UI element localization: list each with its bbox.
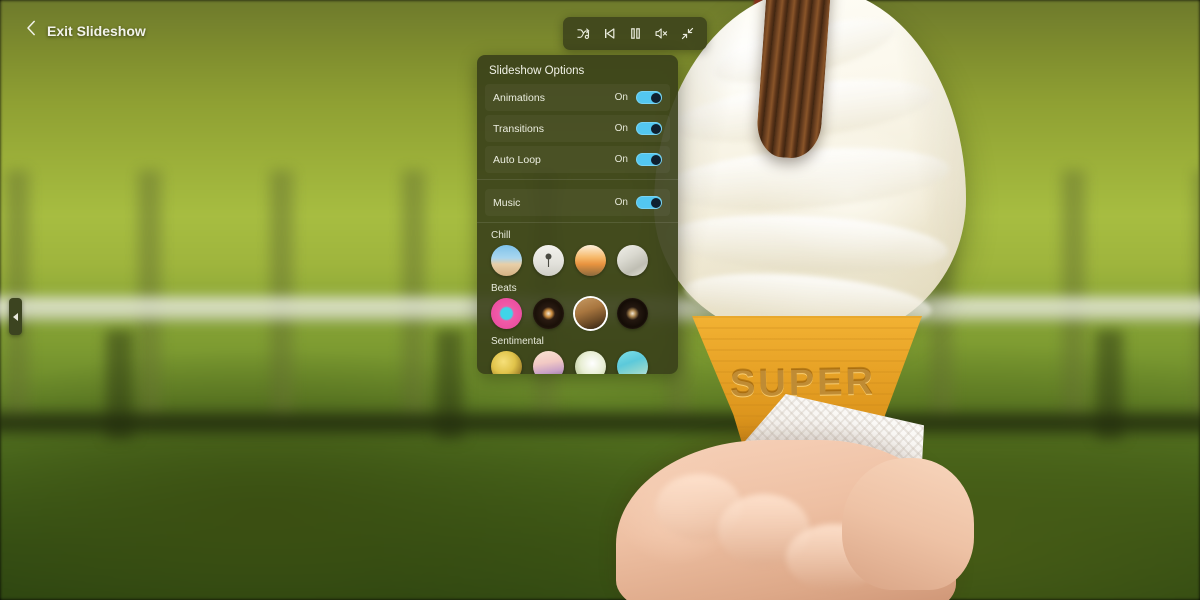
pause-icon	[628, 26, 643, 41]
music-chip-chill-3[interactable]	[575, 245, 606, 276]
category-tracks-beats	[477, 298, 678, 331]
music-chip-beats-3[interactable]	[575, 298, 606, 329]
music-chip-sentimental-4[interactable]	[617, 351, 648, 374]
shuffle-music-button[interactable]	[571, 22, 595, 46]
auto-loop-toggle[interactable]	[636, 153, 662, 166]
option-label: Music	[493, 196, 521, 209]
toggle-knob	[650, 197, 661, 208]
previous-icon	[602, 26, 617, 41]
option-row-music[interactable]: Music On	[485, 189, 670, 216]
mute-button[interactable]	[649, 22, 673, 46]
option-state: On	[614, 197, 628, 208]
category-label-chill: Chill	[491, 230, 511, 241]
previous-button[interactable]	[597, 22, 621, 46]
triangle-left-icon	[13, 312, 18, 321]
option-label: Animations	[493, 91, 545, 104]
music-toggle[interactable]	[636, 196, 662, 209]
chevron-left-icon	[26, 20, 37, 41]
ice-cream: SUPER	[616, 0, 976, 600]
category-tracks-chill	[477, 245, 678, 278]
category-tracks-sentimental	[477, 351, 678, 374]
panel-title: Slideshow Options	[489, 65, 585, 77]
option-state: On	[614, 154, 628, 165]
music-chip-sentimental-1[interactable]	[491, 351, 522, 374]
mute-icon	[654, 26, 669, 41]
sidebar-toggle-handle[interactable]	[9, 298, 22, 335]
category-label-beats: Beats	[491, 283, 517, 294]
exit-slideshow-label: Exit Slideshow	[47, 22, 146, 39]
option-label: Transitions	[493, 122, 544, 135]
fence-shadow	[0, 408, 1200, 438]
slideshow-toolbar	[563, 17, 707, 50]
music-chip-chill-2[interactable]	[533, 245, 564, 276]
exit-slideshow-button[interactable]: Exit Slideshow	[26, 20, 146, 41]
option-row-auto-loop[interactable]: Auto Loop On	[485, 146, 670, 173]
music-chip-beats-4[interactable]	[617, 298, 648, 329]
toggle-knob	[650, 92, 661, 103]
slideshow-viewer: SUPER Exit Slideshow Slideshow Options A…	[0, 0, 1200, 600]
panel-divider	[477, 222, 678, 223]
option-state: On	[614, 92, 628, 103]
category-label-sentimental: Sentimental	[491, 336, 544, 347]
option-label: Auto Loop	[493, 153, 541, 166]
option-row-transitions[interactable]: Transitions On	[485, 115, 670, 142]
option-row-animations[interactable]: Animations On	[485, 84, 670, 111]
slideshow-options-panel: Slideshow Options Animations On Transiti…	[477, 55, 678, 374]
music-chip-chill-4[interactable]	[617, 245, 648, 276]
shuffle-music-icon	[576, 26, 591, 41]
music-chip-sentimental-3[interactable]	[575, 351, 606, 374]
exit-fullscreen-button[interactable]	[675, 22, 699, 46]
toggle-knob	[650, 154, 661, 165]
transitions-toggle[interactable]	[636, 122, 662, 135]
thumb	[842, 458, 974, 590]
exit-fullscreen-icon	[680, 26, 695, 41]
pause-button[interactable]	[623, 22, 647, 46]
music-chip-beats-1[interactable]	[491, 298, 522, 329]
music-chip-sentimental-2[interactable]	[533, 351, 564, 374]
option-state: On	[614, 123, 628, 134]
panel-divider	[477, 179, 678, 180]
music-chip-chill-1[interactable]	[491, 245, 522, 276]
music-chip-beats-2[interactable]	[533, 298, 564, 329]
animations-toggle[interactable]	[636, 91, 662, 104]
toggle-knob	[650, 123, 661, 134]
